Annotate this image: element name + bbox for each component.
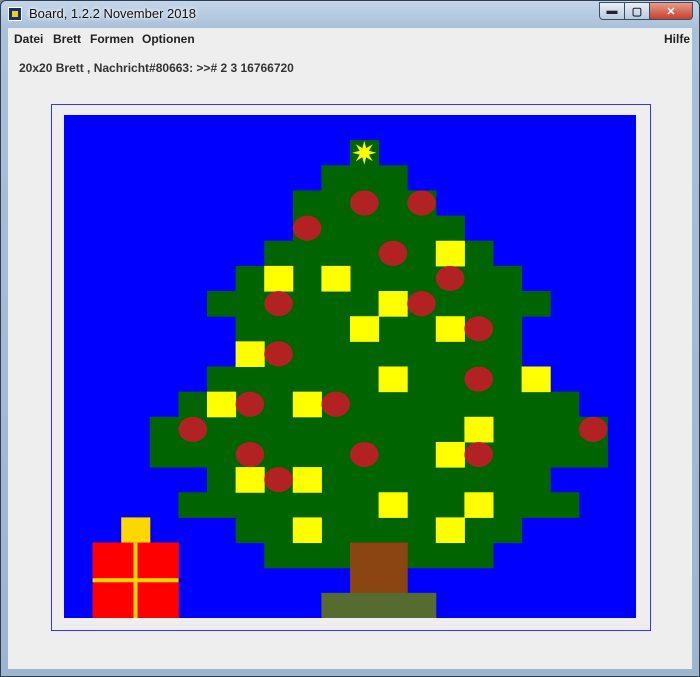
ornament: [435, 265, 465, 292]
menu-formen[interactable]: Formen: [90, 32, 134, 46]
menu-hilfe[interactable]: Hilfe: [664, 32, 690, 46]
app-window: Board, 1.2.2 November 2018 ▬ ▢ ✕ Datei B…: [0, 0, 700, 677]
tree-cell: [321, 165, 408, 191]
close-icon: ✕: [666, 5, 676, 18]
board-drawing: [92, 140, 608, 618]
ornament: [350, 441, 379, 468]
menu-bar: Datei Brett Formen Optionen Hilfe: [8, 28, 692, 50]
ornament: [264, 291, 293, 317]
light-cell: [521, 366, 551, 393]
light-cell: [350, 316, 380, 342]
tree-pot: [321, 592, 437, 618]
ornament: [578, 416, 608, 442]
ornament: [407, 190, 436, 216]
ornament: [235, 441, 265, 468]
ornament: [464, 366, 494, 392]
ornament: [264, 467, 293, 493]
light-cell: [435, 316, 465, 342]
light-cell: [207, 391, 237, 418]
ornament: [407, 291, 436, 317]
gift-ribbon-vertical: [133, 542, 138, 618]
app-icon: [8, 7, 22, 21]
light-cell: [264, 265, 294, 292]
maximize-button[interactable]: ▢: [624, 2, 650, 20]
star-icon: [352, 140, 377, 165]
light-cell: [292, 467, 322, 493]
menu-optionen[interactable]: Optionen: [142, 32, 195, 46]
ornament: [235, 391, 265, 417]
window-title: Board, 1.2.2 November 2018: [29, 6, 196, 21]
menu-brett[interactable]: Brett: [53, 32, 81, 46]
light-cell: [378, 492, 408, 518]
light-cell: [435, 441, 465, 468]
maximize-icon: ▢: [631, 5, 643, 18]
tree-cell: [149, 416, 608, 443]
light-cell: [435, 517, 465, 544]
light-cell: [292, 517, 322, 544]
light-cell: [235, 341, 265, 367]
client-area: Datei Brett Formen Optionen Hilfe 20x20 …: [8, 28, 692, 669]
light-cell: [378, 291, 408, 317]
board-canvas[interactable]: [64, 115, 636, 618]
gift-lid: [121, 517, 151, 544]
ornament: [464, 316, 494, 342]
minimize-icon: ▬: [606, 5, 618, 17]
status-message: 20x20 Brett , Nachricht#80663: >># 2 3 1…: [19, 61, 294, 75]
title-bar[interactable]: Board, 1.2.2 November 2018 ▬ ▢ ✕: [1, 1, 699, 28]
ornament: [178, 416, 207, 442]
minimize-button[interactable]: ▬: [599, 2, 625, 20]
ornament: [264, 341, 293, 367]
ornament: [378, 240, 408, 266]
light-cell: [292, 391, 322, 418]
ornament: [464, 441, 494, 468]
close-button[interactable]: ✕: [649, 2, 693, 20]
tree-cell: [149, 441, 608, 468]
ornament: [292, 215, 322, 241]
light-cell: [464, 492, 494, 518]
light-cell: [235, 467, 265, 493]
ornament: [350, 190, 379, 216]
light-cell: [435, 240, 465, 267]
light-cell: [378, 366, 408, 393]
light-cell: [464, 416, 494, 443]
tree-cell: [235, 517, 523, 544]
ornament: [321, 391, 351, 417]
light-cell: [321, 265, 351, 292]
menu-datei[interactable]: Datei: [14, 32, 43, 46]
tree-trunk: [350, 542, 408, 594]
